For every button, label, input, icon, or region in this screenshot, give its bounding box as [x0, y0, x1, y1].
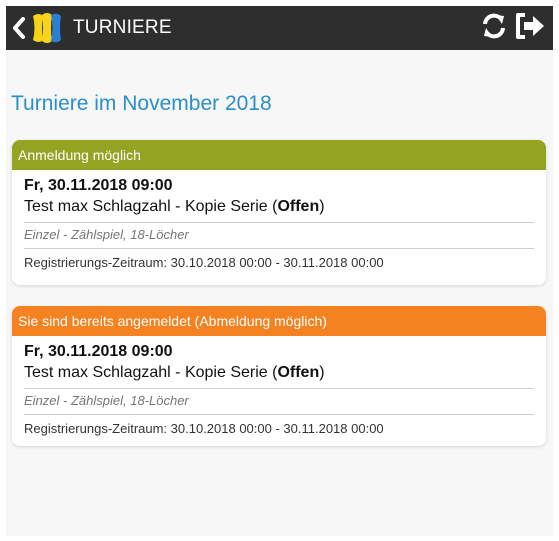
tournament-format: Einzel - Zählspiel, 18-Löcher: [24, 227, 189, 242]
tournament-card[interactable]: Anmeldung möglich Fr, 30.11.2018 09:00 T…: [12, 140, 546, 285]
divider: [24, 388, 534, 389]
refresh-button[interactable]: [479, 11, 509, 46]
divider: [24, 248, 534, 249]
status-banner: Anmeldung möglich: [12, 140, 546, 170]
card-body: Fr, 30.11.2018 09:00 Test max Schlagzahl…: [12, 336, 546, 439]
tournament-title: Test max Schlagzahl - Kopie Serie (: [24, 364, 278, 381]
status-banner: Sie sind bereits angemeldet (Abmeldung m…: [12, 306, 546, 336]
tournament-date: Fr, 30.11.2018 09:00: [24, 343, 173, 360]
chevron-left-icon: [12, 17, 26, 39]
tournament-title-end: ): [319, 364, 325, 381]
card-body: Fr, 30.11.2018 09:00 Test max Schlagzahl…: [12, 170, 546, 273]
tournament-state: Offen: [277, 364, 320, 381]
registration-period: Registrierungs-Zeitraum: 30.10.2018 00:0…: [24, 255, 384, 270]
tournament-date: Fr, 30.11.2018 09:00: [24, 177, 173, 194]
month-heading: Turniere im November 2018: [11, 92, 272, 115]
tournament-card[interactable]: Sie sind bereits angemeldet (Abmeldung m…: [12, 306, 546, 446]
divider: [24, 414, 534, 415]
page-title: TURNIERE: [73, 17, 172, 38]
app-logo-icon: [29, 11, 65, 45]
divider: [24, 222, 534, 223]
back-button[interactable]: [12, 11, 65, 45]
logout-button[interactable]: [515, 11, 547, 46]
tournament-title: Test max Schlagzahl - Kopie Serie (: [24, 198, 278, 215]
refresh-icon: [479, 11, 509, 46]
top-bar: TURNIERE: [6, 6, 553, 50]
tournament-format: Einzel - Zählspiel, 18-Löcher: [24, 393, 189, 408]
logout-icon: [515, 11, 547, 46]
tournament-name: Test max Schlagzahl - Kopie Serie (Offen…: [24, 362, 534, 384]
tournament-title-end: ): [319, 198, 325, 215]
app-window: TURNIERE Turniere im November 2018 Anmel…: [6, 6, 553, 536]
registration-period: Registrierungs-Zeitraum: 30.10.2018 00:0…: [24, 421, 384, 436]
tournament-state: Offen: [277, 198, 320, 215]
tournament-name: Test max Schlagzahl - Kopie Serie (Offen…: [24, 196, 534, 218]
